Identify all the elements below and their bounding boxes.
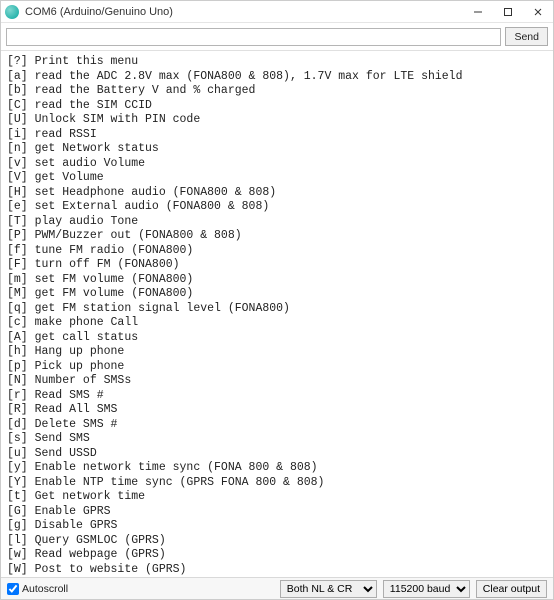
- send-button[interactable]: Send: [505, 27, 548, 46]
- serial-input[interactable]: [6, 28, 501, 46]
- autoscroll-label[interactable]: Autoscroll: [7, 583, 68, 595]
- send-row: Send: [1, 23, 553, 51]
- line-ending-select[interactable]: No line endingNewlineCarriage returnBoth…: [280, 580, 377, 598]
- titlebar: COM6 (Arduino/Genuino Uno): [1, 1, 553, 23]
- minimize-button[interactable]: [463, 1, 493, 22]
- clear-output-button[interactable]: Clear output: [476, 580, 547, 598]
- autoscroll-checkbox[interactable]: [7, 583, 19, 595]
- window-title: COM6 (Arduino/Genuino Uno): [25, 6, 463, 18]
- maximize-button[interactable]: [493, 1, 523, 22]
- console-wrap: [?] Print this menu [a] read the ADC 2.8…: [1, 51, 553, 577]
- statusbar: Autoscroll No line endingNewlineCarriage…: [1, 577, 553, 599]
- close-button[interactable]: [523, 1, 553, 22]
- app-icon: [5, 5, 19, 19]
- autoscroll-text: Autoscroll: [22, 583, 68, 595]
- window-controls: [463, 1, 553, 22]
- console-output[interactable]: [?] Print this menu [a] read the ADC 2.8…: [1, 51, 553, 577]
- baud-select[interactable]: 9600 baud19200 baud38400 baud57600 baud1…: [383, 580, 470, 598]
